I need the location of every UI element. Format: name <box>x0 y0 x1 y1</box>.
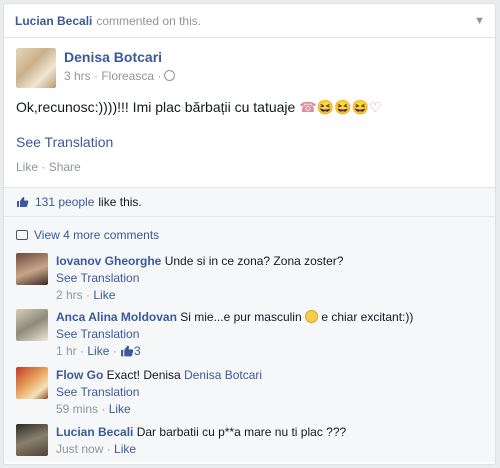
separator: · <box>38 160 49 174</box>
post-text: Ok,recunosc:))))!!! Imi plac bărbații cu… <box>16 99 483 116</box>
avatar[interactable] <box>16 48 56 88</box>
story-card: Lucian Becali commented on this. ▼ Denis… <box>3 3 496 465</box>
view-more-label[interactable]: View 4 more comments <box>34 228 159 242</box>
header-action-text: commented on this. <box>96 13 202 28</box>
likes-summary: 131 people like this. <box>4 188 495 217</box>
comment-like-button[interactable]: Like <box>114 442 136 456</box>
view-more-comments[interactable]: View 4 more comments <box>16 217 483 253</box>
post-author: Denisa Botcari 3 hrs · Floreasca · <box>16 48 483 88</box>
post: Denisa Botcari 3 hrs · Floreasca · Ok,re… <box>4 38 495 188</box>
comment-text: Exact! Denisa <box>106 368 181 382</box>
comment-time[interactable]: Just now <box>56 442 103 456</box>
post-body: Ok,recunosc:))))!!! Imi plac bărbații cu… <box>16 99 296 115</box>
comment-meta: Just now · Like <box>56 442 137 456</box>
comment-text: Unde si in ce zona? Zona zoster? <box>164 254 344 268</box>
comment-text-tail: e chiar excitant:)) <box>321 310 414 324</box>
thumbs-up-icon <box>17 197 29 207</box>
comment-like-button[interactable]: Like <box>93 288 115 302</box>
comment-meta: 59 mins · Like <box>56 402 131 416</box>
commenter-name[interactable]: Iovanov Gheorghe <box>56 254 161 268</box>
share-button[interactable]: Share <box>49 160 81 174</box>
avatar[interactable] <box>16 309 48 341</box>
header-user-link[interactable]: Lucian Becali <box>15 14 92 28</box>
post-timestamp: 3 hrs · Floreasca · <box>64 69 176 83</box>
comment: Flow Go Exact! Denisa Denisa Botcari See… <box>16 367 483 424</box>
globe-icon <box>164 70 176 81</box>
comment-like-button[interactable]: Like <box>109 402 131 416</box>
comment-time[interactable]: 1 hr <box>56 344 77 358</box>
comment-text: Dar barbatii cu p**a mare nu ti plac ??? <box>136 425 347 439</box>
comment: Iovanov Gheorghe Unde si in ce zona? Zon… <box>16 253 483 309</box>
comment: Anca Alina Moldovan Si mie...e pur mascu… <box>16 309 483 367</box>
author-name[interactable]: Denisa Botcari <box>64 49 175 65</box>
emoji-icons: ☎😆😆😆♡ <box>299 99 382 115</box>
comment-time[interactable]: 59 mins <box>56 402 98 416</box>
commenter-name[interactable]: Anca Alina Moldovan <box>56 310 177 324</box>
like-button[interactable]: Like <box>16 160 38 174</box>
comment-text: Si mie...e pur masculin <box>180 310 302 324</box>
likes-suffix: like this. <box>98 195 142 209</box>
comment-meta: 1 hr · Like · 3 <box>56 344 141 358</box>
comment-like-count[interactable]: 3 <box>134 344 141 358</box>
smiley-icon <box>304 310 318 323</box>
mention-link[interactable]: Denisa Botcari <box>184 368 262 382</box>
comment-meta: 2 hrs · Like <box>56 288 116 302</box>
comment-time[interactable]: 2 hrs <box>56 288 83 302</box>
see-translation-link[interactable]: See Translation <box>56 327 139 341</box>
comment-like-button[interactable]: Like <box>87 344 109 358</box>
commenter-name[interactable]: Flow Go <box>56 368 103 382</box>
avatar[interactable] <box>16 424 48 456</box>
comment-bubble-icon <box>16 230 28 240</box>
avatar[interactable] <box>16 253 48 285</box>
see-translation-link[interactable]: See Translation <box>16 134 483 150</box>
post-actions: Like · Share <box>16 160 483 174</box>
avatar[interactable] <box>16 367 48 399</box>
see-translation-link[interactable]: See Translation <box>56 385 139 399</box>
see-translation-link[interactable]: See Translation <box>56 271 139 285</box>
comment: Lucian Becali Dar barbatii cu p**a mare … <box>16 424 483 464</box>
commenter-name[interactable]: Lucian Becali <box>56 425 133 439</box>
post-time-text[interactable]: 3 hrs · Floreasca · <box>64 69 161 83</box>
comments-section: View 4 more comments Iovanov Gheorghe Un… <box>4 217 495 462</box>
thumbs-up-icon <box>121 345 134 357</box>
story-header: Lucian Becali commented on this. ▼ <box>4 4 495 38</box>
chevron-down-icon[interactable]: ▼ <box>474 15 485 27</box>
likes-count-link[interactable]: 131 people <box>35 195 94 209</box>
